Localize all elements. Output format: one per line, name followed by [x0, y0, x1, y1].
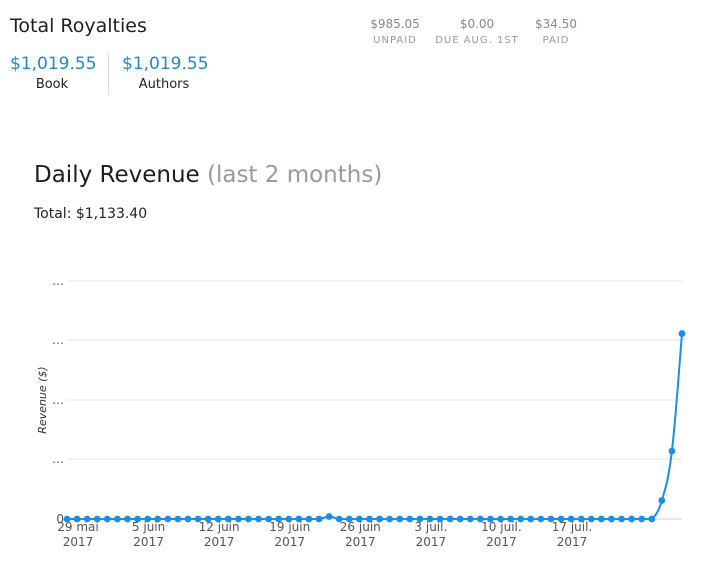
- data-point: [436, 515, 444, 523]
- data-point: [234, 515, 242, 523]
- daily-revenue-total: Total: $1,133.40: [34, 206, 148, 222]
- data-point: [557, 515, 565, 523]
- daily-revenue-title: Daily Revenue (last 2 months): [34, 162, 382, 188]
- data-point: [376, 515, 383, 523]
- data-point: [255, 515, 262, 523]
- data-point: [487, 515, 494, 523]
- data-point: [325, 513, 333, 520]
- data-point: [527, 515, 535, 523]
- data-point: [315, 515, 323, 523]
- data-point: [648, 515, 656, 523]
- stat-paid: $34.50 PAID: [511, 17, 601, 46]
- data-point: [164, 515, 172, 523]
- x-tick-year: 2017: [63, 535, 94, 549]
- x-tick-year: 2017: [557, 535, 588, 549]
- data-point: [144, 515, 152, 523]
- stat-due-label: DUE AUG. 1ST: [435, 35, 519, 46]
- daily-revenue-chart[interactable]: 0…………Revenue ($)29 mai20175 juin201712 j…: [0, 260, 724, 560]
- data-point: [678, 330, 686, 337]
- data-point: [265, 515, 273, 523]
- y-tick-label: …: [52, 274, 64, 288]
- data-point: [416, 515, 424, 523]
- data-point: [426, 515, 434, 523]
- data-point: [507, 515, 515, 523]
- stat-paid-label: PAID: [542, 35, 570, 46]
- data-point: [638, 515, 646, 523]
- y-tick-label: …: [52, 452, 64, 466]
- data-point: [577, 515, 585, 523]
- authors-royalty-amount[interactable]: $1,019.55: [122, 54, 209, 74]
- data-point: [345, 515, 353, 523]
- x-tick-year: 2017: [416, 535, 447, 549]
- y-axis-title: Revenue ($): [36, 366, 49, 433]
- data-point: [597, 515, 605, 523]
- data-point: [134, 515, 141, 523]
- data-point: [114, 515, 121, 523]
- total-royalties-title: Total Royalties: [10, 15, 147, 37]
- data-point: [476, 515, 484, 523]
- revenue-line: [67, 333, 683, 520]
- y-tick-label: …: [52, 393, 64, 407]
- stat-due-value: $0.00: [459, 17, 495, 31]
- y-tick-label: …: [52, 333, 64, 347]
- x-tick-year: 2017: [133, 535, 164, 549]
- x-tick-year: 2017: [486, 535, 517, 549]
- authors-royalty-label: Authors: [138, 77, 190, 92]
- data-point: [587, 515, 595, 523]
- daily-revenue-heading: Daily Revenue: [34, 162, 200, 188]
- data-point: [184, 515, 192, 523]
- data-point: [366, 515, 373, 523]
- book-royalty-amount[interactable]: $1,019.55: [10, 54, 97, 74]
- data-point: [224, 515, 232, 523]
- data-point: [628, 515, 635, 523]
- data-point: [567, 515, 575, 523]
- data-point: [406, 515, 414, 523]
- data-point: [295, 515, 303, 523]
- data-point: [103, 515, 111, 523]
- x-tick-year: 2017: [345, 535, 376, 549]
- data-point: [73, 515, 81, 523]
- data-point: [83, 515, 91, 523]
- data-point: [275, 515, 283, 523]
- data-point: [668, 447, 676, 455]
- stat-due: $0.00 DUE AUG. 1ST: [432, 17, 522, 46]
- data-point: [517, 515, 525, 523]
- data-point: [537, 515, 545, 523]
- x-tick-year: 2017: [274, 535, 305, 549]
- data-point: [63, 515, 71, 523]
- data-point: [335, 515, 343, 523]
- data-point: [446, 515, 454, 523]
- stat-unpaid-value: $985.05: [370, 17, 420, 31]
- book-royalty-label: Book: [35, 77, 69, 92]
- data-point: [194, 515, 202, 523]
- stat-unpaid-label: UNPAID: [373, 35, 417, 46]
- data-point: [386, 515, 394, 523]
- data-point: [124, 515, 131, 523]
- data-point: [154, 515, 162, 523]
- data-point: [456, 515, 464, 523]
- data-point: [214, 515, 222, 523]
- data-point: [305, 515, 313, 523]
- data-point: [466, 515, 474, 523]
- data-point: [174, 515, 182, 523]
- stat-unpaid: $985.05 UNPAID: [350, 17, 440, 46]
- data-point: [245, 515, 252, 523]
- data-point: [396, 515, 404, 523]
- data-point: [608, 515, 615, 523]
- data-point: [547, 515, 555, 523]
- data-point: [618, 515, 625, 523]
- data-point: [93, 515, 101, 523]
- stat-paid-value: $34.50: [535, 17, 577, 31]
- data-point: [204, 515, 212, 523]
- data-point: [658, 497, 666, 504]
- data-point: [497, 515, 504, 523]
- data-point: [355, 515, 363, 523]
- x-tick-year: 2017: [204, 535, 235, 549]
- daily-revenue-subtitle: (last 2 months): [206, 162, 383, 188]
- royalty-divider: [108, 53, 109, 95]
- data-point: [285, 515, 293, 523]
